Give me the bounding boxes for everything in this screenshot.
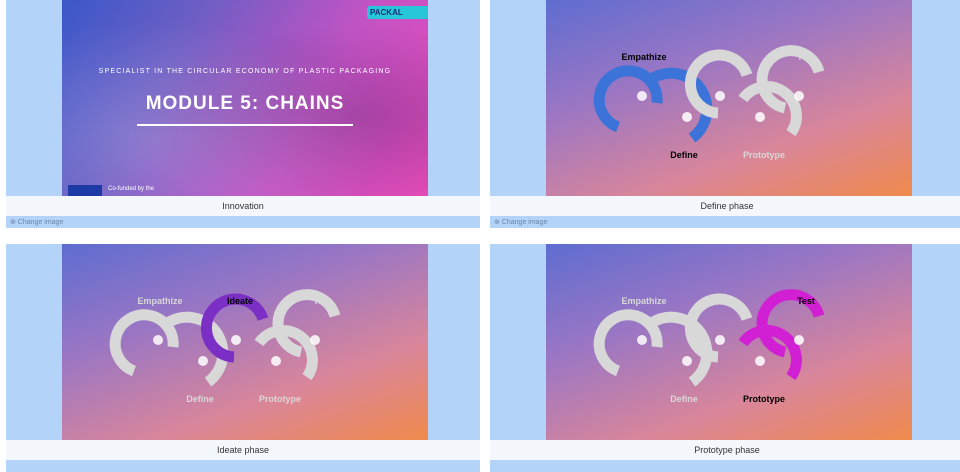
slide-caption[interactable]: Define phase	[490, 196, 960, 216]
cover-subtitle: SPECIALIST IN THE CIRCULAR ECONOMY OF PL…	[98, 68, 392, 75]
label-prototype: Prototype	[259, 394, 301, 404]
change-image-link[interactable]: ⊕ Change image	[10, 218, 63, 226]
slide-caption[interactable]: Prototype phase	[490, 440, 960, 460]
eu-flag-icon	[68, 185, 102, 196]
title-rule	[137, 124, 353, 126]
label-empathize: Empathize	[621, 52, 666, 62]
slide-card-prototype[interactable]: Empathize Ideate Test Define Prototype P…	[490, 244, 960, 472]
label-ideate: Ideate	[711, 52, 737, 62]
label-define: Define	[670, 150, 698, 160]
design-thinking-diagram: Empathize Ideate Test Define Prototype	[109, 289, 341, 404]
slide-thumbnail[interactable]: PACKAL SPECIALIST IN THE CIRCULAR ECONOM…	[62, 0, 428, 196]
change-image-link[interactable]: ⊕ Change image	[494, 218, 547, 226]
slide-card-ideate[interactable]: Empathize Ideate Test Define Prototype I…	[6, 244, 480, 472]
label-prototype: Prototype	[743, 150, 785, 160]
label-test: Test	[797, 296, 815, 306]
label-prototype: Prototype	[743, 394, 785, 404]
slide-thumbnail[interactable]: Empathize Ideate Test Define Prototype	[546, 244, 912, 440]
slide-caption[interactable]: Innovation	[6, 196, 480, 216]
cover-title: MODULE 5: CHAINS	[145, 93, 345, 114]
eu-funding-text: Co-funded by the	[108, 186, 155, 192]
label-define: Define	[670, 394, 698, 404]
design-thinking-diagram: Empathize Ideate Test Define Prototype	[593, 45, 825, 160]
label-ideate: Ideate	[227, 296, 253, 306]
label-empathize: Empathize	[137, 296, 182, 306]
label-ideate: Ideate	[711, 296, 737, 306]
design-thinking-diagram: Empathize Ideate Test Define Prototype	[593, 289, 825, 404]
label-test: Test	[313, 296, 331, 306]
slide-caption[interactable]: Ideate phase	[6, 440, 480, 460]
slide-card-innovation[interactable]: PACKAL SPECIALIST IN THE CIRCULAR ECONOM…	[6, 0, 480, 228]
label-define: Define	[186, 394, 214, 404]
label-empathize: Empathize	[621, 296, 666, 306]
slide-thumbnail[interactable]: Empathize Ideate Test Define Prototype	[62, 244, 428, 440]
slide-card-define[interactable]: Empathize Ideate Test Define Prototype D…	[490, 0, 960, 228]
slide-thumbnail[interactable]: Empathize Ideate Test Define Prototype	[546, 0, 912, 196]
label-test: Test	[797, 52, 815, 62]
packal-logo: PACKAL	[367, 6, 428, 19]
